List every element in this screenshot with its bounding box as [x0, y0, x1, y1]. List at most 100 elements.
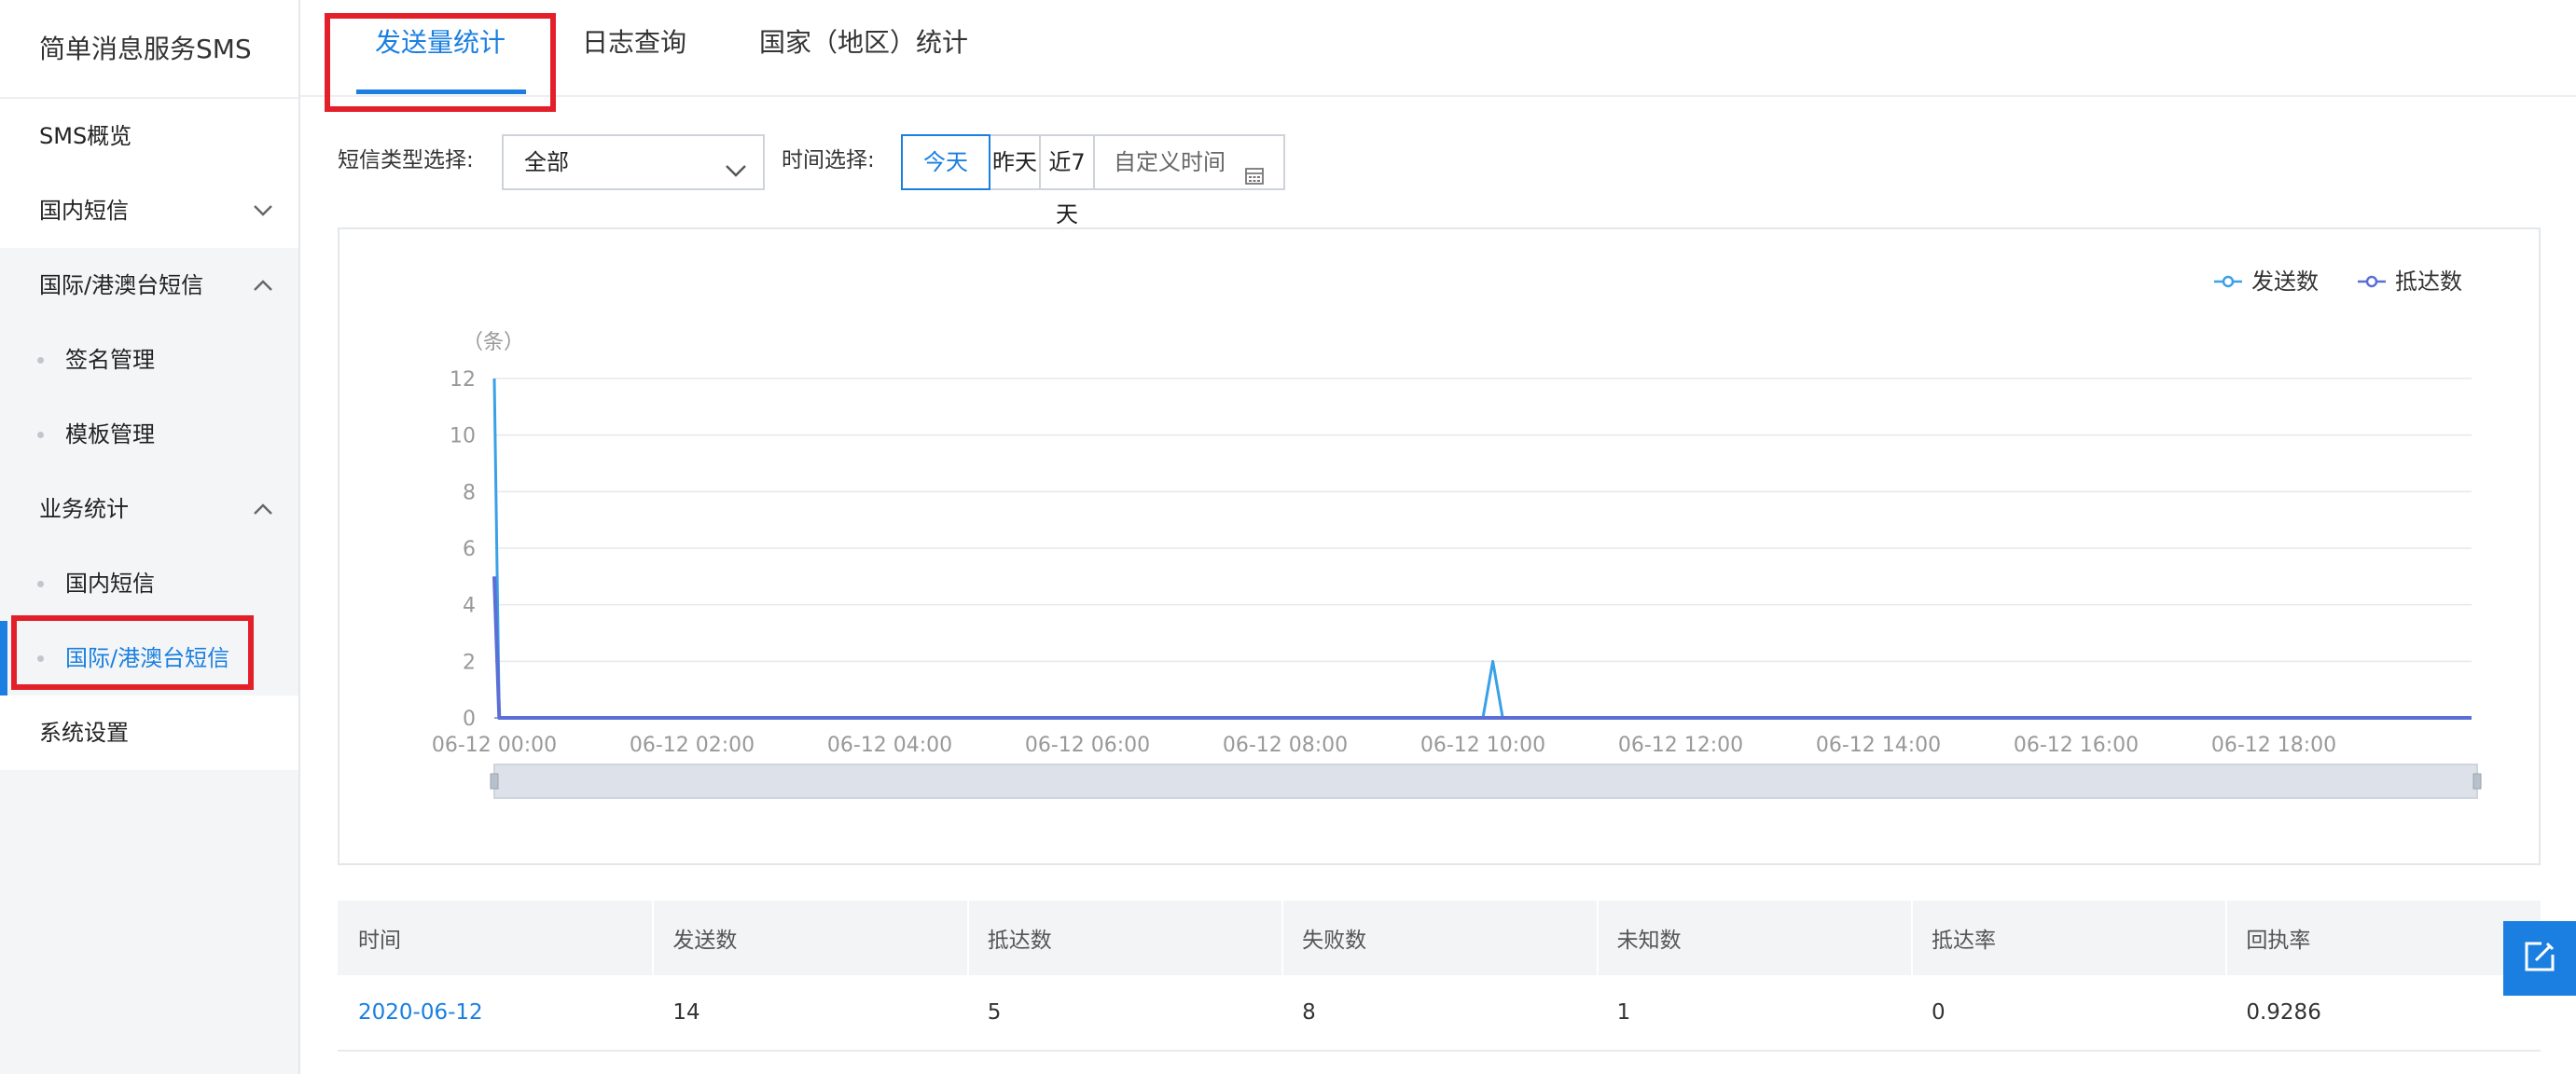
y-tick-label: 0: [463, 708, 476, 731]
y-tick-label: 6: [463, 538, 476, 561]
x-tick-label: 06-12 10:00: [1420, 734, 1545, 757]
sidebar-item-label: 签名管理: [65, 347, 155, 373]
x-tick-label: 06-12 08:00: [1223, 734, 1348, 757]
chevron-up-icon: [248, 472, 278, 546]
table-header-cell: 未知数: [1596, 901, 1911, 975]
x-tick-label: 06-12 00:00: [432, 734, 557, 757]
sidebar-item-label: 模板管理: [65, 421, 155, 448]
table-header-cell: 发送数: [652, 901, 966, 975]
y-tick-label: 4: [463, 595, 476, 618]
sidebar: 简单消息服务SMS SMS概览 国内短信 国际/港澳台短信 签名管理 模板管理 …: [0, 0, 300, 1074]
sidebar-item-label: SMS概览: [39, 123, 132, 149]
sidebar-item-stats-intl[interactable]: 国际/港澳台短信: [0, 621, 298, 695]
filter-bar: 短信类型选择: 全部 时间选择: 今天 昨天 近7天 自定义时间: [338, 131, 2557, 227]
chevron-up-icon: [248, 248, 278, 323]
chevron-down-icon: [248, 173, 278, 248]
table-header-cell: 时间: [358, 929, 401, 953]
zoom-track: [493, 764, 2478, 799]
feedback-edit-button[interactable]: [2503, 921, 2576, 996]
legend-label: 抵达数: [2395, 268, 2462, 295]
tab-log-query[interactable]: 日志查询: [582, 0, 686, 97]
zoom-handle-left: [490, 773, 499, 790]
series-line-delivered: [492, 576, 2472, 720]
sidebar-item-business-stats[interactable]: 业务统计: [0, 472, 298, 546]
x-tick-label: 06-12 12:00: [1618, 734, 1743, 757]
sidebar-item-domestic-sms[interactable]: 国内短信: [0, 173, 298, 248]
table-header-cell: 抵达数: [966, 901, 1281, 975]
calendar-icon: [1244, 153, 1265, 205]
stats-table: 时间 发送数 抵达数 失败数 未知数 抵达率 回执率 2020-06-12 14 5 8 1 0 0.9…: [338, 901, 2541, 1052]
sms-type-select[interactable]: 全部: [502, 134, 765, 190]
y-axis-ticks: 0 2 4 6 8 10 12: [450, 368, 476, 731]
time-option-today[interactable]: 今天: [901, 134, 990, 190]
bullet-dot: [37, 432, 44, 438]
edit-icon: [2521, 938, 2558, 979]
legend-label: 发送数: [2251, 268, 2319, 295]
legend-marker-icon: [2365, 275, 2378, 288]
app-title: 简单消息服务SMS: [0, 0, 298, 99]
table-header-cell: 回执率: [2225, 901, 2540, 975]
y-tick-label: 2: [463, 651, 476, 674]
sidebar-item-settings[interactable]: 系统设置: [0, 695, 298, 770]
table-cell: 8: [1302, 1000, 1316, 1025]
sidebar-item-template-mgmt[interactable]: 模板管理: [0, 397, 298, 472]
sidebar-item-signature-mgmt[interactable]: 签名管理: [0, 323, 298, 397]
chart-grid: [494, 378, 2472, 719]
bullet-dot: [37, 655, 44, 662]
table-cell: 1: [1616, 1000, 1631, 1025]
chart-legend: 发送数 抵达数: [2214, 268, 2462, 295]
custom-time-label: 自定义时间: [1114, 149, 1226, 175]
x-tick-label: 06-12 02:00: [630, 734, 755, 757]
table-cell: 0.9286: [2246, 1000, 2321, 1025]
x-axis-ticks: 06-12 00:00 06-12 02:00 06-12 04:00 06-12 0…: [432, 734, 2336, 757]
sms-type-label: 短信类型选择:: [338, 148, 474, 172]
x-tick-label: 06-12 16:00: [2014, 734, 2139, 757]
zoom-handle-right: [2472, 773, 2482, 790]
y-tick-label: 10: [450, 425, 476, 448]
y-axis-unit-label: （条）: [463, 331, 524, 354]
chart-panel: 0 2 4 6 8 10 12 06-12 00:00 06-12 02:00 06-12 04…: [338, 227, 2541, 865]
table-header-cell: 抵达率: [1910, 901, 2225, 975]
sms-type-value: 全部: [524, 149, 569, 175]
table-cell: 14: [672, 1000, 700, 1025]
y-tick-label: 12: [450, 368, 476, 392]
tab-country-stats[interactable]: 国家（地区）统计: [759, 0, 968, 97]
legend-marker-icon: [2222, 275, 2235, 288]
date-link[interactable]: 2020-06-12: [338, 975, 652, 1050]
x-tick-label: 06-12 18:00: [2211, 734, 2336, 757]
sidebar-item-label: 国际/港澳台短信: [39, 272, 204, 298]
table-header-cell: 失败数: [1281, 901, 1596, 975]
y-tick-label: 8: [463, 481, 476, 504]
sidebar-item-label: 系统设置: [39, 720, 129, 746]
legend-item[interactable]: 抵达数: [2358, 268, 2462, 295]
send-volume-chart: 0 2 4 6 8 10 12 06-12 00:00 06-12 02:00 06-12 04…: [432, 268, 2482, 799]
chevron-down-icon: [724, 149, 748, 201]
sidebar-item-stats-domestic[interactable]: 国内短信: [0, 546, 298, 621]
sidebar-item-label: 业务统计: [39, 496, 129, 522]
time-select-label: 时间选择:: [782, 148, 875, 172]
tab-bar: 发送量统计 日志查询 国家（地区）统计: [300, 0, 2576, 112]
active-indicator: [0, 621, 7, 695]
data-zoom-slider[interactable]: [490, 764, 2482, 799]
x-tick-label: 06-12 04:00: [827, 734, 952, 757]
sidebar-item-label: 国内短信: [39, 198, 129, 224]
x-tick-label: 06-12 14:00: [1816, 734, 1941, 757]
sidebar-item-label: 国内短信: [65, 571, 155, 597]
table-header-row: 时间 发送数 抵达数 失败数 未知数 抵达率 回执率: [338, 901, 2541, 975]
legend-item[interactable]: 发送数: [2214, 268, 2319, 295]
time-option-yesterday[interactable]: 昨天: [989, 134, 1041, 190]
tab-send-stats[interactable]: 发送量统计: [375, 0, 506, 97]
x-tick-label: 06-12 06:00: [1025, 734, 1150, 757]
sidebar-item-label: 国际/港澳台短信: [65, 645, 230, 671]
tab-active-underline: [356, 90, 526, 94]
time-option-7days[interactable]: 近7天: [1039, 134, 1095, 227]
main-content: 发送量统计 日志查询 国家（地区）统计 短信类型选择: 全部 时间选择: 今天 …: [300, 0, 2576, 1074]
bullet-dot: [37, 581, 44, 587]
table-cell: 5: [987, 1000, 1002, 1025]
sidebar-item-overview[interactable]: SMS概览: [0, 99, 298, 173]
table-row: 2020-06-12 14 5 8 1 0 0.9286: [338, 975, 2541, 1052]
table-cell: 0: [1931, 1000, 1946, 1025]
sidebar-item-intl-sms[interactable]: 国际/港澳台短信: [0, 248, 298, 323]
bullet-dot: [37, 357, 44, 364]
time-option-custom[interactable]: 自定义时间: [1093, 134, 1285, 190]
